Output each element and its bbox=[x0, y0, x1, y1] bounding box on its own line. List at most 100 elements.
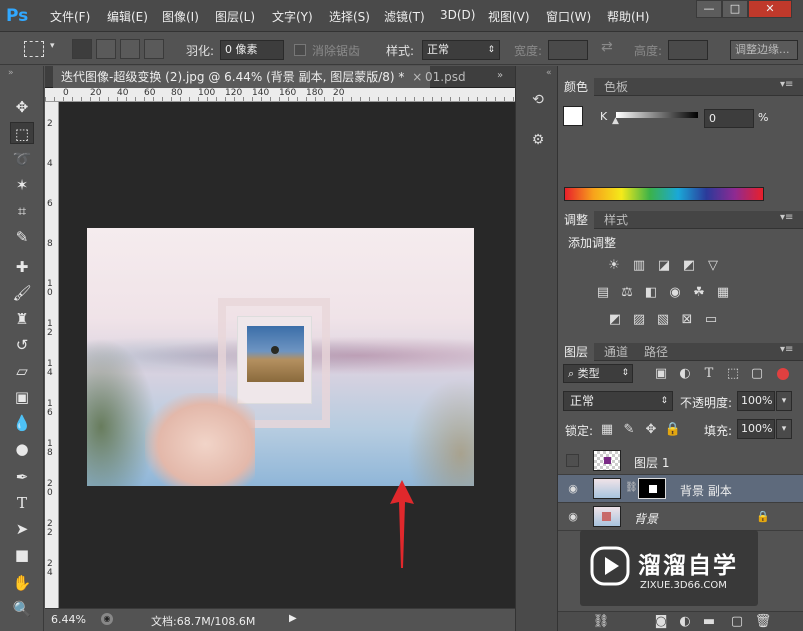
status-menu-arrow-icon[interactable]: ▶ bbox=[289, 613, 297, 624]
layer-name[interactable]: 背景 bbox=[634, 510, 658, 527]
k-value-input[interactable]: 0 bbox=[704, 109, 754, 128]
antialias-checkbox[interactable] bbox=[294, 44, 306, 56]
tab-active-document[interactable]: 迭代图像-超级变换 (2).jpg @ 6.44% (背景 副本, 图层蒙版/8… bbox=[53, 66, 431, 88]
panel-menu-icon[interactable]: ▾≡ bbox=[780, 212, 793, 223]
menu-3d[interactable]: 3D(D) bbox=[440, 8, 475, 22]
tab-color[interactable]: 颜色 bbox=[558, 78, 595, 96]
menu-filter[interactable]: 滤镜(T) bbox=[384, 8, 425, 25]
lock-transparent-icon[interactable]: ▦ bbox=[598, 422, 616, 438]
subtract-selection-icon[interactable] bbox=[120, 39, 140, 59]
style-select[interactable]: 正常 ⇕ bbox=[422, 40, 500, 60]
layer-row-background-copy[interactable]: ◉ ⛓ 背景 副本 bbox=[558, 475, 803, 503]
intersect-selection-icon[interactable] bbox=[144, 39, 164, 59]
lasso-tool-icon[interactable]: ➰ bbox=[10, 148, 34, 170]
selective-color-icon[interactable]: ⊠ bbox=[678, 312, 696, 328]
layer-name[interactable]: 背景 副本 bbox=[680, 482, 732, 499]
zoom-level[interactable]: 6.44% bbox=[51, 613, 86, 626]
brightness-icon[interactable]: ☀ bbox=[605, 258, 623, 274]
rectangle-tool-icon[interactable]: ■ bbox=[10, 544, 34, 566]
layer-row-layer1[interactable]: 图层 1 bbox=[558, 447, 803, 475]
menu-image[interactable]: 图像(I) bbox=[162, 8, 199, 25]
add-selection-icon[interactable] bbox=[96, 39, 116, 59]
chevron-down-icon[interactable]: ▾ bbox=[50, 41, 55, 51]
tab-01-psd[interactable]: 01.psd bbox=[417, 66, 474, 88]
visibility-toggle-off[interactable] bbox=[566, 454, 579, 467]
threshold-icon[interactable]: ▧ bbox=[654, 312, 672, 328]
gradient-tool-icon[interactable]: ▣ bbox=[10, 386, 34, 408]
menu-help[interactable]: 帮助(H) bbox=[607, 8, 649, 25]
new-selection-icon[interactable] bbox=[72, 39, 92, 59]
layer-row-background[interactable]: ◉ 背景 🔒 bbox=[558, 503, 803, 531]
healing-brush-tool-icon[interactable]: ✚ bbox=[10, 256, 34, 278]
maximize-button[interactable]: □ bbox=[722, 0, 748, 18]
blend-mode-select[interactable]: 正常 ⇕ bbox=[563, 391, 673, 411]
chevron-down-icon[interactable]: ▾ bbox=[776, 419, 792, 439]
panel-menu-icon[interactable]: ▾≡ bbox=[780, 79, 793, 90]
new-layer-icon[interactable]: ▢ bbox=[728, 614, 746, 630]
tab-channels[interactable]: 通道 bbox=[598, 343, 634, 361]
height-input[interactable] bbox=[668, 40, 708, 60]
delete-layer-icon[interactable]: 🗑 bbox=[754, 614, 772, 630]
filter-adjustment-icon[interactable]: ◐ bbox=[676, 366, 694, 382]
filter-smart-object-icon[interactable]: ▢ bbox=[748, 366, 766, 382]
menu-window[interactable]: 窗口(W) bbox=[546, 8, 591, 25]
eye-icon[interactable]: ◉ bbox=[566, 482, 580, 496]
marquee-tool-preset-icon[interactable] bbox=[24, 41, 44, 57]
posterize-icon[interactable]: ▨ bbox=[630, 312, 648, 328]
fill-input[interactable]: 100% bbox=[737, 419, 775, 439]
adjustment-layer-icon[interactable]: ◐ bbox=[676, 614, 694, 630]
layer-mask-icon[interactable]: ◙ bbox=[652, 614, 670, 630]
menu-type[interactable]: 文字(Y) bbox=[272, 8, 313, 25]
photo-filter-icon[interactable]: ◉ bbox=[666, 285, 684, 301]
new-group-icon[interactable]: ▬ bbox=[700, 614, 718, 630]
curves-icon[interactable]: ◪ bbox=[655, 258, 673, 274]
width-input[interactable] bbox=[548, 40, 588, 60]
zoom-tool-icon[interactable]: 🔍 bbox=[10, 598, 34, 620]
vibrance-icon[interactable]: ▽ bbox=[704, 258, 722, 274]
menu-layer[interactable]: 图层(L) bbox=[215, 8, 255, 25]
color-spectrum-bar[interactable] bbox=[564, 187, 764, 201]
clone-stamp-tool-icon[interactable]: ♜ bbox=[10, 308, 34, 330]
filter-pixel-icon[interactable]: ▣ bbox=[652, 366, 670, 382]
layer-name[interactable]: 图层 1 bbox=[634, 454, 669, 471]
hue-saturation-icon[interactable]: ▤ bbox=[594, 285, 612, 301]
panel-menu-icon[interactable]: ▾≡ bbox=[780, 344, 793, 355]
menu-view[interactable]: 视图(V) bbox=[488, 8, 530, 25]
opacity-input[interactable]: 100% bbox=[737, 391, 775, 411]
collapse-icon[interactable]: » bbox=[8, 68, 14, 78]
black-white-icon[interactable]: ◧ bbox=[642, 285, 660, 301]
close-button[interactable]: ✕ bbox=[748, 0, 792, 18]
tab-swatches[interactable]: 色板 bbox=[598, 78, 634, 96]
status-info-icon[interactable]: ◉ bbox=[101, 613, 113, 625]
levels-icon[interactable]: ▥ bbox=[630, 258, 648, 274]
feather-input[interactable]: 0 像素 bbox=[220, 40, 284, 60]
filter-shape-icon[interactable]: ⬚ bbox=[724, 366, 742, 382]
gradient-map-icon[interactable]: ▭ bbox=[702, 312, 720, 328]
eye-icon[interactable]: ◉ bbox=[566, 510, 580, 524]
chevron-down-icon[interactable]: ▾ bbox=[776, 391, 792, 411]
history-brush-tool-icon[interactable]: ↺ bbox=[10, 334, 34, 356]
invert-icon[interactable]: ◩ bbox=[606, 312, 624, 328]
color-lookup-icon[interactable]: ▦ bbox=[714, 285, 732, 301]
filter-toggle-icon[interactable] bbox=[777, 368, 789, 380]
exposure-icon[interactable]: ◩ bbox=[680, 258, 698, 274]
crop-tool-icon[interactable]: ⌗ bbox=[10, 200, 34, 222]
tab-layers[interactable]: 图层 bbox=[558, 343, 595, 361]
canvas-image[interactable] bbox=[87, 228, 474, 486]
magic-wand-tool-icon[interactable]: ✶ bbox=[10, 174, 34, 196]
foreground-color-swatch[interactable] bbox=[563, 106, 583, 126]
eyedropper-tool-icon[interactable]: ✎ bbox=[10, 226, 34, 248]
swap-icon[interactable]: ⇄ bbox=[601, 39, 613, 55]
refine-edge-button[interactable]: 调整边缘... bbox=[730, 40, 798, 60]
more-tabs-icon[interactable]: » bbox=[497, 70, 503, 81]
tab-paths[interactable]: 路径 bbox=[638, 343, 674, 361]
layer-filter-select[interactable]: ⌕ 类型 ⇕ bbox=[563, 364, 633, 383]
k-slider-handle[interactable]: ▲ bbox=[612, 116, 619, 126]
eraser-tool-icon[interactable]: ▱ bbox=[10, 360, 34, 382]
move-tool-icon[interactable]: ✥ bbox=[10, 96, 34, 118]
lock-position-icon[interactable]: ✥ bbox=[642, 422, 660, 438]
minimize-button[interactable]: — bbox=[696, 0, 722, 18]
link-layers-icon[interactable]: ⛓ bbox=[592, 614, 610, 630]
path-selection-tool-icon[interactable]: ➤ bbox=[10, 518, 34, 540]
blur-tool-icon[interactable]: 💧 bbox=[10, 412, 34, 434]
